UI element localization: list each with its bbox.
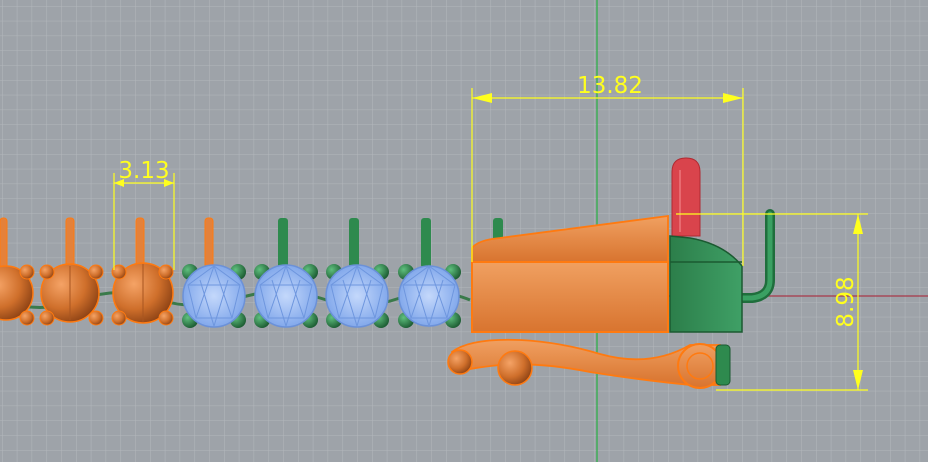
viewport-canvas[interactable]: 3.13 13.82 8.98 [0, 0, 928, 462]
rhino-viewport[interactable]: 3.13 13.82 8.98 [0, 0, 928, 462]
dimension-clasp-width-label: 13.82 [577, 73, 643, 99]
tongue-pin[interactable] [671, 157, 701, 237]
dimension-gem-width-label: 3.13 [118, 158, 169, 184]
box-clasp[interactable] [447, 214, 743, 389]
blue-setting-0[interactable] [182, 264, 246, 328]
dimension-clasp-height-label: 8.98 [833, 276, 859, 327]
